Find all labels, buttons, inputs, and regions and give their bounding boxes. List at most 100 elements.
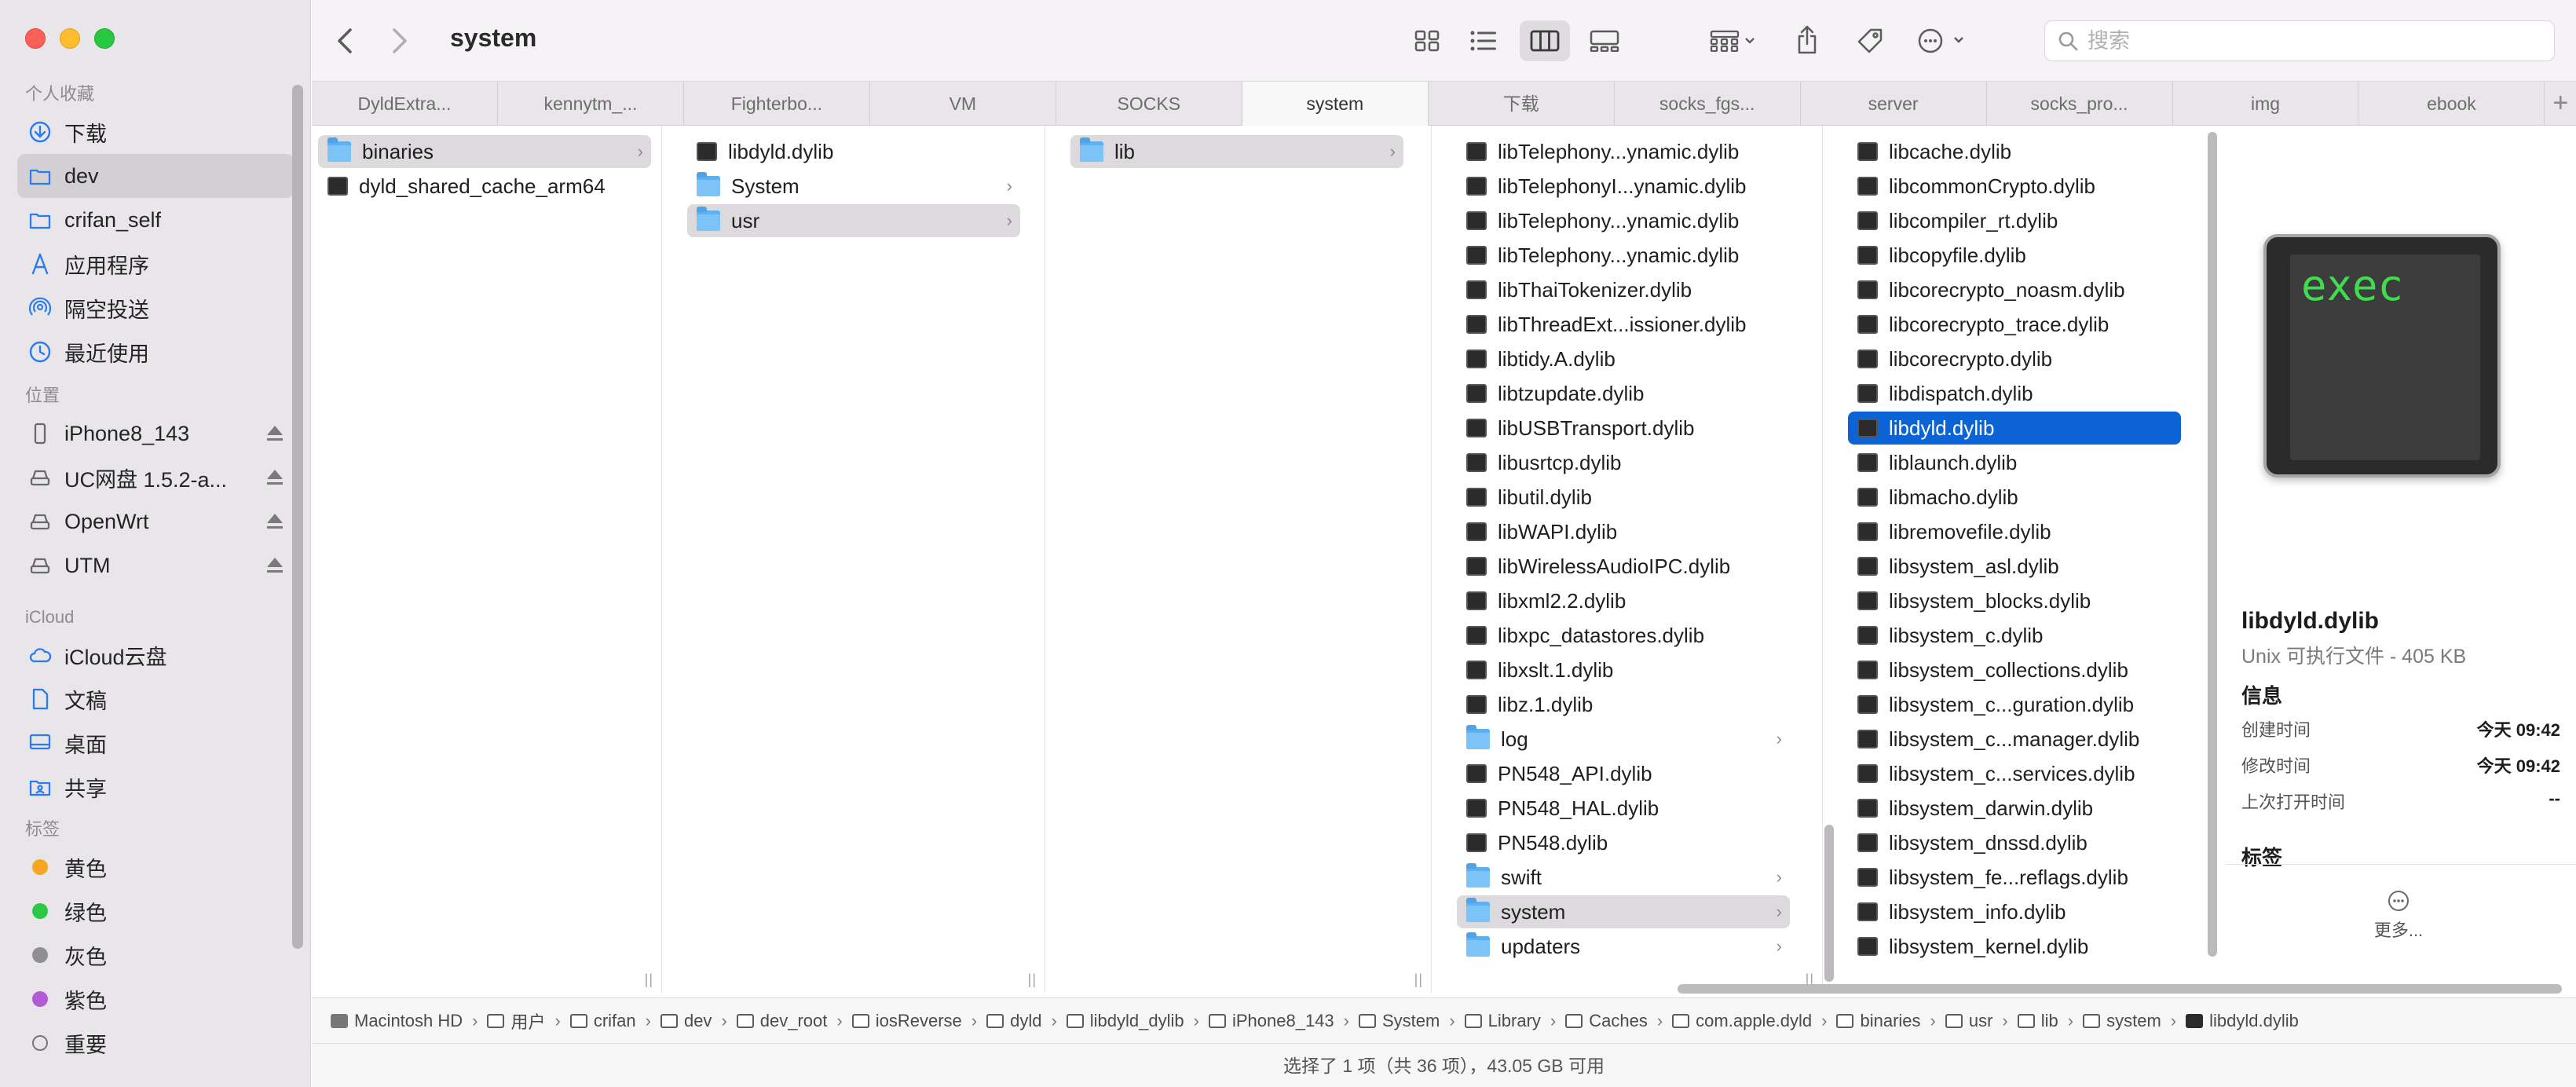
path-crumb[interactable]: crifan: [569, 1011, 636, 1031]
file-row[interactable]: libxslt.1.dylib: [1457, 653, 1790, 686]
tab[interactable]: socks_fgs...: [1615, 82, 1801, 126]
path-crumb[interactable]: system: [2083, 1011, 2161, 1031]
file-row[interactable]: libTelephony...ynamic.dylib: [1457, 239, 1790, 272]
folder-row[interactable]: updaters ›: [1457, 930, 1790, 963]
file-row[interactable]: libdyld.dylib: [1848, 412, 2181, 445]
sidebar-item[interactable]: 文稿: [17, 677, 294, 721]
file-row[interactable]: libtzupdate.dylib: [1457, 377, 1790, 410]
column-scrollbar[interactable]: [1824, 825, 1834, 982]
file-row[interactable]: libdyld.dylib: [687, 135, 1020, 168]
file-row[interactable]: libTelephony...ynamic.dylib: [1457, 135, 1790, 168]
file-row[interactable]: libsystem_c.dylib: [1848, 619, 2181, 652]
tab[interactable]: 下载: [1429, 82, 1615, 126]
file-row[interactable]: PN548.dylib: [1457, 826, 1790, 859]
action-menu-button[interactable]: [1911, 22, 1974, 60]
sidebar-item[interactable]: 共享: [17, 765, 294, 809]
tab[interactable]: server: [1801, 82, 1987, 126]
folder-row[interactable]: System ›: [687, 170, 1020, 203]
file-row[interactable]: libsystem_blocks.dylib: [1848, 584, 2181, 617]
file-row[interactable]: libsystem_darwin.dylib: [1848, 792, 2181, 825]
file-row[interactable]: libcompiler_rt.dylib: [1848, 204, 2181, 237]
tab[interactable]: ebook: [2358, 82, 2545, 126]
tab[interactable]: kennytm_...: [498, 82, 684, 126]
path-crumb[interactable]: libdyld.dylib: [2186, 1011, 2299, 1031]
sidebar-item[interactable]: dev: [17, 154, 294, 198]
path-crumb[interactable]: usr: [1945, 1011, 1992, 1031]
sidebar-item[interactable]: 灰色: [17, 933, 294, 977]
path-crumb[interactable]: com.apple.dyld: [1672, 1011, 1812, 1031]
tab[interactable]: system: [1242, 82, 1429, 126]
file-row[interactable]: libmacho.dylib: [1848, 481, 2181, 514]
file-row[interactable]: libsystem_info.dylib: [1848, 895, 2181, 928]
file-row[interactable]: libsystem_kernel.dylib: [1848, 930, 2181, 963]
eject-icon[interactable]: [265, 554, 284, 576]
sidebar-item[interactable]: 紫色: [17, 977, 294, 1021]
sidebar-item[interactable]: 重要: [17, 1021, 294, 1065]
file-row[interactable]: PN548_API.dylib: [1457, 757, 1790, 790]
file-row[interactable]: libsystem_collections.dylib: [1848, 653, 2181, 686]
eject-icon[interactable]: [265, 511, 284, 533]
folder-row[interactable]: system ›: [1457, 895, 1790, 928]
file-row[interactable]: libtidy.A.dylib: [1457, 342, 1790, 375]
sidebar-item[interactable]: 桌面: [17, 721, 294, 765]
file-row[interactable]: libTelephonyI...ynamic.dylib: [1457, 170, 1790, 203]
column-resize-handle[interactable]: ||: [645, 972, 653, 988]
back-button[interactable]: [326, 22, 364, 60]
search-field[interactable]: [2044, 20, 2555, 61]
file-row[interactable]: libcopyfile.dylib: [1848, 239, 2181, 272]
file-row[interactable]: libdispatch.dylib: [1848, 377, 2181, 410]
file-row[interactable]: libusrtcp.dylib: [1457, 446, 1790, 479]
path-crumb[interactable]: System: [1358, 1011, 1440, 1031]
share-button[interactable]: [1788, 19, 1826, 61]
file-row[interactable]: libcache.dylib: [1848, 135, 2181, 168]
path-crumb[interactable]: binaries: [1836, 1011, 1921, 1031]
path-crumb[interactable]: Caches: [1565, 1011, 1648, 1031]
folder-row[interactable]: usr ›: [687, 204, 1020, 237]
column-resize-handle[interactable]: ||: [1028, 972, 1037, 988]
sidebar-item[interactable]: 绿色: [17, 889, 294, 933]
column-resize-handle[interactable]: ||: [1414, 972, 1423, 988]
eject-icon[interactable]: [265, 423, 284, 445]
folder-row[interactable]: swift ›: [1457, 861, 1790, 894]
file-row[interactable]: libutil.dylib: [1457, 481, 1790, 514]
file-row[interactable]: libcorecrypto_noasm.dylib: [1848, 273, 2181, 306]
column-view-button[interactable]: [1520, 20, 1570, 61]
file-row[interactable]: libremovefile.dylib: [1848, 515, 2181, 548]
file-row[interactable]: libcorecrypto_trace.dylib: [1848, 308, 2181, 341]
icon-view-button[interactable]: [1405, 22, 1449, 60]
sidebar-item[interactable]: 应用程序: [17, 242, 294, 286]
sidebar-item[interactable]: OpenWrt: [17, 500, 294, 544]
folder-row[interactable]: log ›: [1457, 723, 1790, 756]
file-row[interactable]: libsystem_fe...reflags.dylib: [1848, 861, 2181, 894]
sidebar-item[interactable]: UC网盘 1.5.2-a...: [17, 456, 294, 500]
sidebar-item[interactable]: 下载: [17, 110, 294, 154]
file-row[interactable]: libsystem_c...manager.dylib: [1848, 723, 2181, 756]
sidebar-item[interactable]: crifan_self: [17, 198, 294, 242]
path-crumb[interactable]: Library: [1464, 1011, 1541, 1031]
file-row[interactable]: dyld_shared_cache_arm64: [318, 170, 651, 203]
tab[interactable]: img: [2173, 82, 2359, 126]
file-row[interactable]: libThaiTokenizer.dylib: [1457, 273, 1790, 306]
tab[interactable]: SOCKS: [1056, 82, 1242, 126]
list-view-button[interactable]: [1462, 22, 1506, 60]
tab[interactable]: socks_pro...: [1987, 82, 2173, 126]
more-button[interactable]: 更多...: [2367, 889, 2430, 942]
file-row[interactable]: libTelephony...ynamic.dylib: [1457, 204, 1790, 237]
file-row[interactable]: libWAPI.dylib: [1457, 515, 1790, 548]
close-window-button[interactable]: [25, 28, 46, 49]
file-row[interactable]: liblaunch.dylib: [1848, 446, 2181, 479]
folder-row[interactable]: lib ›: [1070, 135, 1403, 168]
file-row[interactable]: libxpc_datastores.dylib: [1457, 619, 1790, 652]
eject-icon[interactable]: [265, 467, 284, 489]
path-crumb[interactable]: dev_root: [736, 1011, 827, 1031]
column-scrollbar[interactable]: [2208, 132, 2217, 957]
sidebar-item[interactable]: 黄色: [17, 845, 294, 889]
zoom-window-button[interactable]: [94, 28, 115, 49]
path-crumb[interactable]: iPhone8_143: [1208, 1011, 1334, 1031]
sidebar-item[interactable]: UTM: [17, 544, 294, 587]
tab[interactable]: Fighterbo...: [684, 82, 870, 126]
file-row[interactable]: libcommonCrypto.dylib: [1848, 170, 2181, 203]
new-tab-button[interactable]: +: [2545, 82, 2576, 125]
forward-button[interactable]: [381, 22, 419, 60]
sidebar-item[interactable]: 隔空投送: [17, 286, 294, 330]
